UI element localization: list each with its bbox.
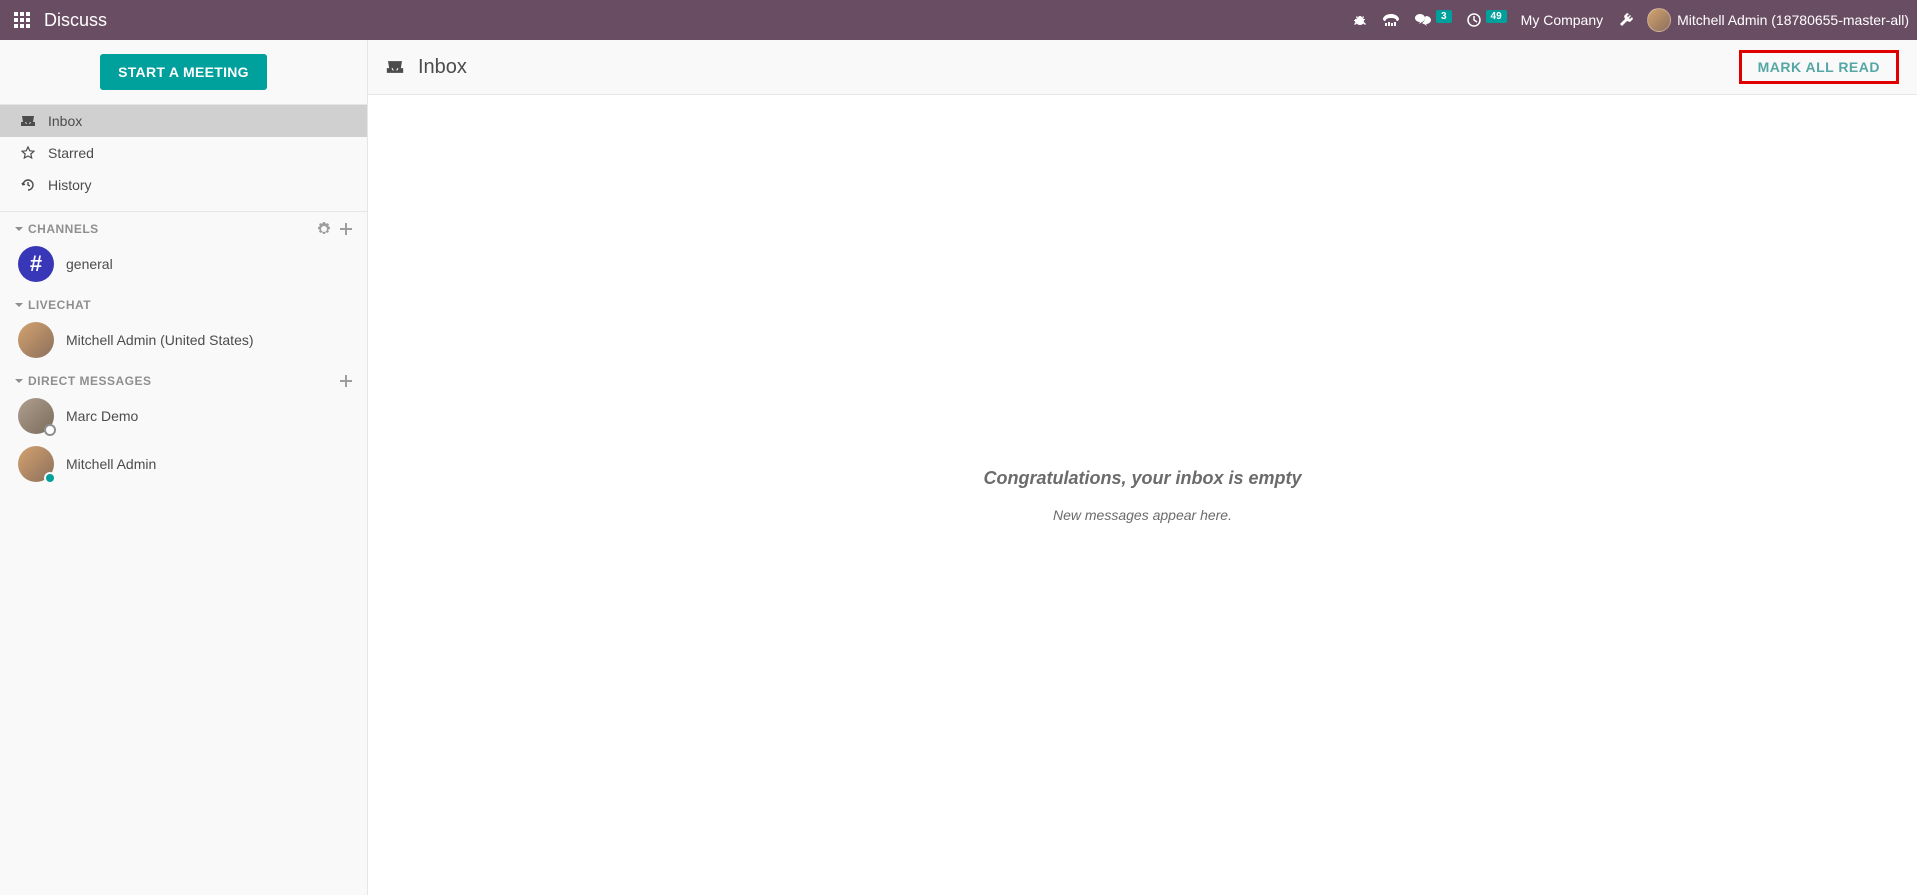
- messages-badge: 3: [1436, 10, 1452, 23]
- empty-subtitle: New messages appear here.: [1053, 507, 1232, 523]
- chevron-down-icon[interactable]: [14, 224, 24, 234]
- livechat-header-label: LIVECHAT: [28, 298, 91, 312]
- tools-icon[interactable]: [1617, 12, 1633, 28]
- presence-online-icon: [44, 472, 56, 484]
- apps-menu-icon[interactable]: [14, 12, 30, 28]
- empty-title: Congratulations, your inbox is empty: [983, 468, 1301, 489]
- inbox-icon: [20, 115, 36, 127]
- user-avatar-icon: [1647, 8, 1671, 32]
- livechat-label: Mitchell Admin (United States): [66, 332, 254, 348]
- username-label: Mitchell Admin (18780655-master-all): [1677, 12, 1909, 28]
- dm-label: Marc Demo: [66, 408, 138, 424]
- presence-offline-icon: [44, 424, 56, 436]
- mailbox-label: Starred: [48, 145, 94, 161]
- dm-marc-demo[interactable]: Marc Demo: [0, 392, 367, 440]
- activity-icon[interactable]: 49: [1466, 12, 1507, 28]
- user-menu[interactable]: Mitchell Admin (18780655-master-all): [1647, 8, 1909, 32]
- hash-icon: #: [18, 246, 54, 282]
- app-header: Discuss 3 49 My Company Mitchell Admin (…: [0, 0, 1917, 40]
- plus-icon[interactable]: [339, 222, 353, 236]
- gear-icon[interactable]: [317, 222, 331, 236]
- channels-section-header: CHANNELS: [0, 212, 367, 240]
- bug-icon[interactable]: [1352, 12, 1368, 28]
- mailbox-label: Inbox: [48, 113, 82, 129]
- avatar-icon: [18, 446, 54, 482]
- livechat-item[interactable]: Mitchell Admin (United States): [0, 316, 367, 364]
- avatar-icon: [18, 322, 54, 358]
- empty-state: Congratulations, your inbox is empty New…: [368, 95, 1917, 895]
- mark-all-read-button[interactable]: MARK ALL READ: [1739, 50, 1899, 84]
- dm-section-header: DIRECT MESSAGES: [0, 364, 367, 392]
- mailbox-inbox[interactable]: Inbox: [0, 105, 367, 137]
- content-title: Inbox: [418, 56, 467, 79]
- company-selector[interactable]: My Company: [1521, 12, 1603, 28]
- dm-label: Mitchell Admin: [66, 456, 156, 472]
- channel-label: general: [66, 256, 113, 272]
- inbox-icon: [386, 60, 404, 74]
- sidebar: START A MEETING Inbox Starred History: [0, 40, 368, 895]
- messages-icon[interactable]: 3: [1414, 12, 1452, 28]
- content-header: Inbox MARK ALL READ: [368, 40, 1917, 95]
- avatar-icon: [18, 398, 54, 434]
- dm-header-label: DIRECT MESSAGES: [28, 374, 152, 388]
- phone-icon[interactable]: [1382, 12, 1400, 28]
- dm-mitchell-admin[interactable]: Mitchell Admin: [0, 440, 367, 488]
- channel-general[interactable]: # general: [0, 240, 367, 288]
- mailbox-label: History: [48, 177, 92, 193]
- livechat-section-header: LIVECHAT: [0, 288, 367, 316]
- history-icon: [20, 178, 36, 192]
- activity-badge: 49: [1486, 10, 1507, 23]
- content-area: Inbox MARK ALL READ Congratulations, you…: [368, 40, 1917, 895]
- chevron-down-icon[interactable]: [14, 376, 24, 386]
- app-title: Discuss: [44, 10, 107, 31]
- plus-icon[interactable]: [339, 374, 353, 388]
- star-icon: [20, 146, 36, 160]
- mailbox-starred[interactable]: Starred: [0, 137, 367, 169]
- channels-header-label: CHANNELS: [28, 222, 99, 236]
- chevron-down-icon[interactable]: [14, 300, 24, 310]
- start-meeting-button[interactable]: START A MEETING: [100, 54, 267, 90]
- mailbox-history[interactable]: History: [0, 169, 367, 201]
